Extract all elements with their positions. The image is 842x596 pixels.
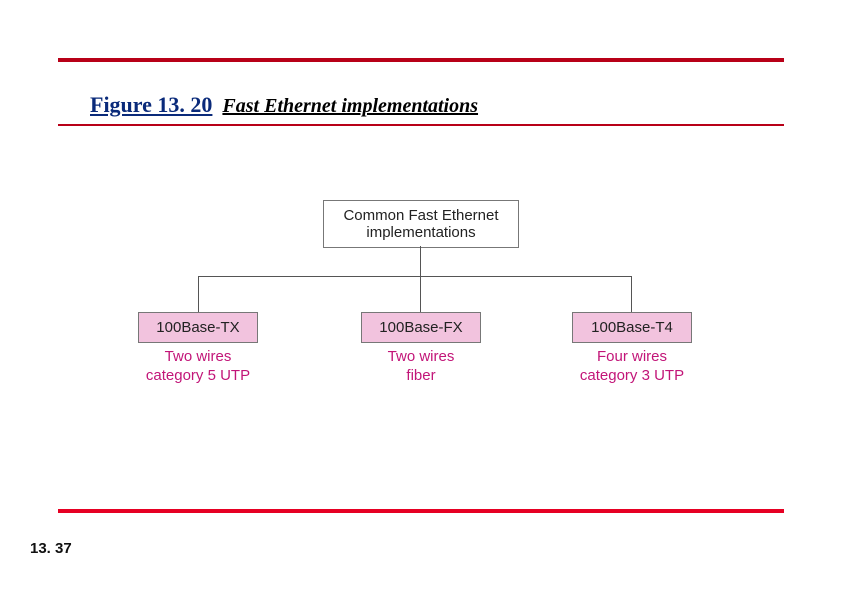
root-node: Common Fast Ethernet implementations — [323, 200, 519, 248]
connector-line — [198, 276, 199, 312]
leaf-node-100base-fx: 100Base-FX — [361, 312, 481, 343]
bottom-rule — [58, 509, 784, 513]
leaf-caption-line: Two wires — [165, 348, 232, 365]
figure-label: Figure 13. 20 — [90, 92, 212, 118]
figure-caption: Fast Ethernet implementations — [222, 95, 478, 118]
connector-line — [420, 276, 421, 312]
hierarchy-diagram: Common Fast Ethernet implementations 100… — [0, 200, 842, 440]
leaf-caption-line: category 5 UTP — [146, 367, 250, 384]
leaf-caption-line: category 3 UTP — [580, 367, 684, 384]
page-number: 13. 37 — [30, 540, 72, 557]
connector-line — [631, 276, 632, 312]
mid-rule — [58, 124, 784, 126]
leaf-caption-100base-t4: Four wires category 3 UTP — [552, 348, 712, 386]
leaf-caption-100base-fx: Two wires fiber — [341, 348, 501, 386]
leaf-node-100base-t4: 100Base-T4 — [572, 312, 692, 343]
leaf-caption-100base-tx: Two wires category 5 UTP — [118, 348, 278, 386]
leaf-node-100base-tx: 100Base-TX — [138, 312, 258, 343]
top-rule — [58, 58, 784, 62]
leaf-caption-line: fiber — [406, 367, 435, 384]
connector-line — [198, 276, 632, 277]
leaf-caption-line: Two wires — [388, 348, 455, 365]
connector-line — [420, 246, 421, 276]
figure-title: Figure 13. 20 Fast Ethernet implementati… — [90, 92, 478, 118]
leaf-caption-line: Four wires — [597, 348, 667, 365]
